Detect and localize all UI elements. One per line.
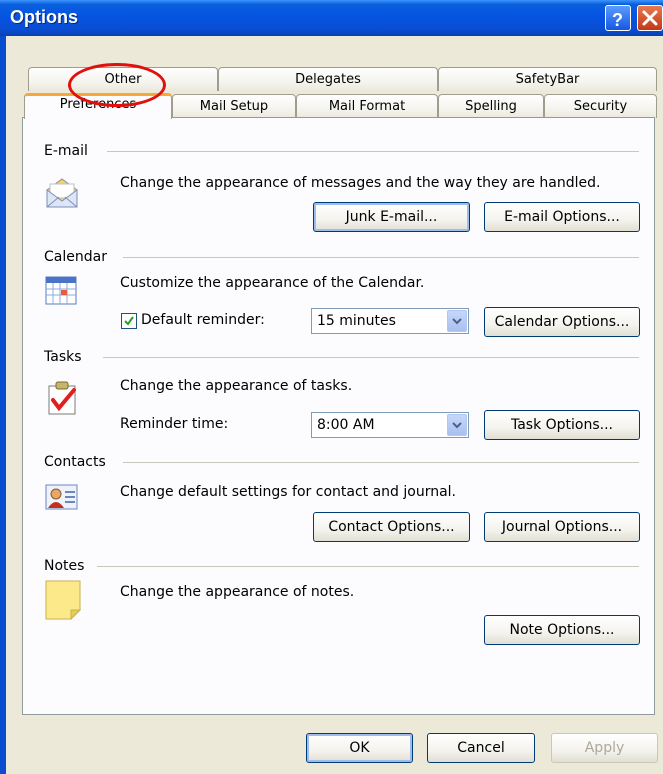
close-icon (642, 10, 658, 26)
section-divider (107, 151, 639, 152)
cancel-button[interactable]: Cancel (427, 733, 535, 763)
apply-button[interactable]: Apply (551, 733, 658, 763)
envelope-icon (46, 178, 78, 208)
notes-description: Change the appearance of notes. (120, 584, 355, 600)
tasks-description: Change the appearance of tasks. (120, 378, 353, 394)
chevron-down-icon[interactable] (447, 414, 467, 436)
contacts-section-title: Contacts (44, 454, 114, 470)
default-reminder-value: 15 minutes (317, 313, 396, 329)
svg-text:?: ? (612, 10, 623, 30)
task-options-button[interactable]: Task Options... (484, 410, 640, 440)
reminder-time-select[interactable]: 8:00 AM (311, 412, 469, 438)
section-divider (123, 257, 639, 258)
ok-button[interactable]: OK (306, 733, 413, 763)
window-title: Options (10, 7, 78, 27)
close-button[interactable] (637, 5, 663, 31)
options-dialog: Options ? Other Delegates SafetyBar Pref… (0, 0, 663, 774)
help-button[interactable]: ? (605, 5, 631, 31)
sticky-note-icon (45, 580, 81, 620)
tab-mail-format[interactable]: Mail Format (296, 94, 438, 118)
window-border (0, 36, 6, 774)
calendar-icon (45, 276, 77, 305)
contact-card-icon (45, 484, 78, 510)
notes-section-title: Notes (44, 558, 93, 574)
tab-spelling[interactable]: Spelling (438, 94, 544, 118)
journal-options-button[interactable]: Journal Options... (484, 512, 640, 542)
note-options-button[interactable]: Note Options... (484, 615, 640, 645)
help-icon: ? (612, 10, 623, 30)
calendar-options-button[interactable]: Calendar Options... (484, 307, 640, 337)
default-reminder-checkbox[interactable] (121, 313, 137, 329)
contact-options-button[interactable]: Contact Options... (313, 512, 470, 542)
checkmark-icon (124, 316, 134, 326)
email-description: Change the appearance of messages and th… (120, 175, 601, 191)
email-section-title: E-mail (44, 143, 96, 159)
tab-security[interactable]: Security (544, 94, 657, 118)
default-reminder-select[interactable]: 15 minutes (311, 308, 469, 334)
chevron-down-icon[interactable] (447, 310, 467, 332)
junk-email-button[interactable]: Junk E-mail... (313, 202, 470, 232)
contacts-description: Change default settings for contact and … (120, 484, 456, 500)
reminder-time-label: Reminder time: (120, 416, 229, 432)
tasks-section-title: Tasks (44, 349, 90, 365)
calendar-section-title: Calendar (44, 249, 115, 265)
preferences-panel: E-mail Change the appearance of messages… (22, 117, 655, 715)
section-divider (103, 357, 639, 358)
default-reminder-label: Default reminder: (141, 312, 265, 328)
reminder-time-value: 8:00 AM (317, 417, 375, 433)
section-divider (97, 566, 639, 567)
annotation-circle (68, 63, 166, 107)
section-divider (123, 462, 639, 463)
task-checkmark-icon (48, 381, 76, 415)
title-bar: Options ? (0, 0, 663, 36)
email-options-button[interactable]: E-mail Options... (484, 202, 640, 232)
tab-delegates[interactable]: Delegates (218, 67, 438, 91)
tab-mail-setup[interactable]: Mail Setup (172, 94, 296, 118)
tab-safetybar[interactable]: SafetyBar (438, 67, 657, 91)
calendar-description: Customize the appearance of the Calendar… (120, 275, 425, 291)
